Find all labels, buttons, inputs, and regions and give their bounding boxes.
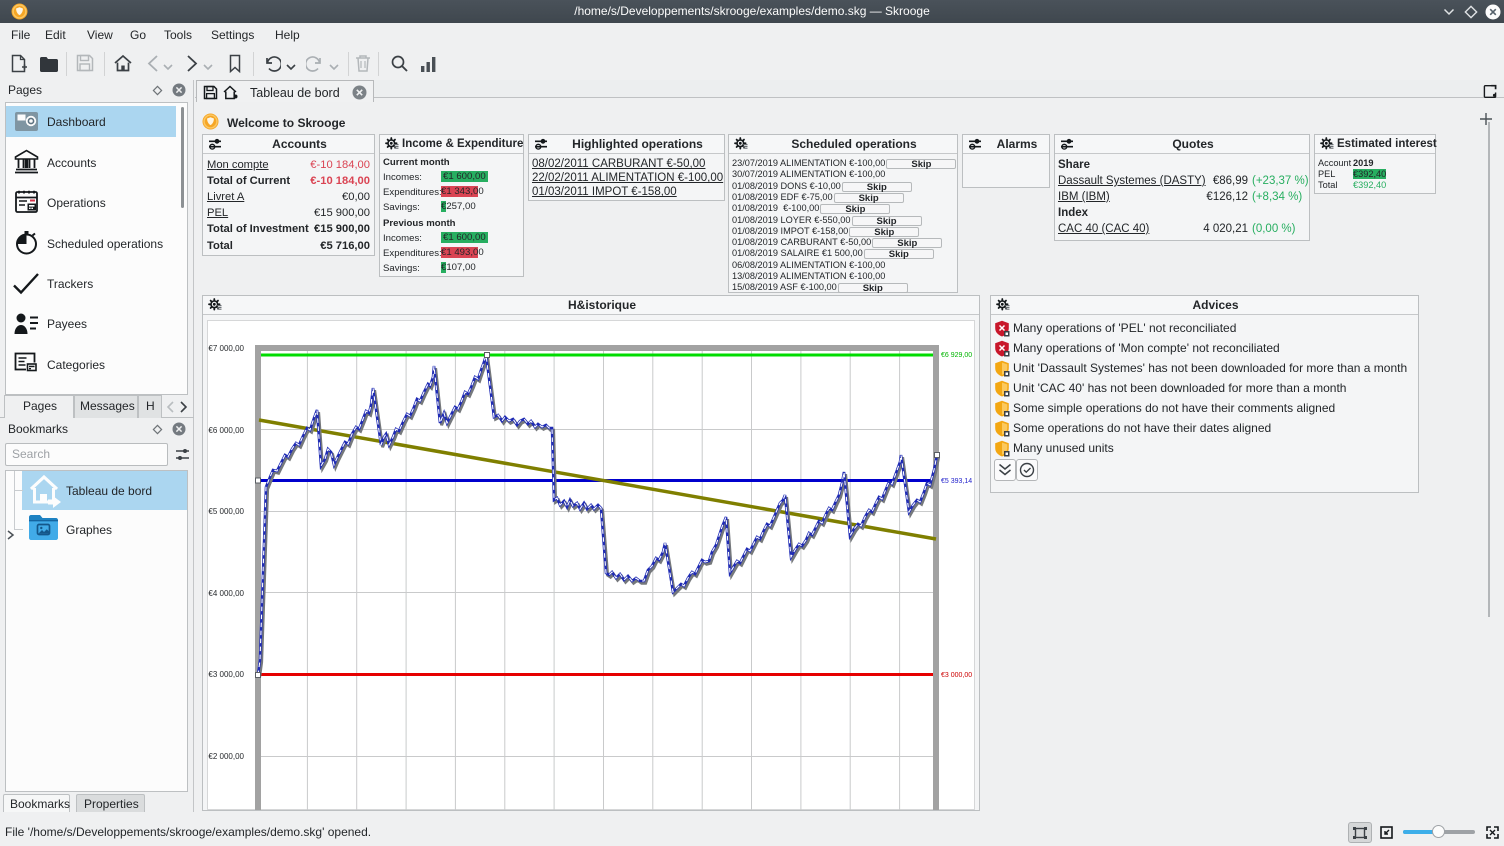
svg-text:€6 000,00: €6 000,00	[208, 426, 244, 435]
svg-text:€5 393,14: €5 393,14	[941, 478, 972, 485]
svg-text:€4 000,00: €4 000,00	[208, 589, 244, 598]
svg-text:€5 000,00: €5 000,00	[208, 507, 244, 516]
svg-text:€2 000,00: €2 000,00	[208, 752, 244, 761]
svg-text:€6 929,00: €6 929,00	[941, 352, 972, 359]
svg-text:€3 000,00: €3 000,00	[941, 672, 972, 679]
svg-text:€7 000,00: €7 000,00	[208, 344, 244, 353]
svg-text:€3 000,00: €3 000,00	[208, 670, 244, 679]
